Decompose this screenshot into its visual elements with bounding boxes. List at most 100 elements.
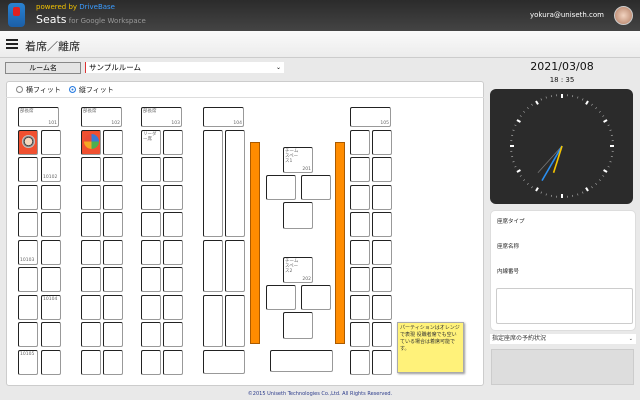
seat[interactable] — [163, 240, 183, 265]
leader-seat[interactable]: リーダー席 — [141, 130, 161, 155]
seat[interactable] — [163, 130, 183, 155]
seat[interactable]: 10102 — [41, 157, 61, 182]
seat[interactable] — [81, 212, 101, 237]
seat[interactable] — [41, 322, 61, 347]
seat[interactable] — [103, 185, 123, 210]
seat[interactable] — [372, 212, 392, 237]
seat[interactable] — [18, 295, 38, 320]
occupied-seat[interactable] — [18, 130, 38, 155]
seat[interactable] — [103, 350, 123, 375]
seat[interactable] — [225, 240, 245, 292]
seat[interactable] — [18, 157, 38, 182]
seat[interactable] — [41, 240, 61, 265]
seat[interactable] — [266, 175, 296, 200]
seat[interactable] — [350, 130, 370, 155]
fit-vertical-radio[interactable]: 縦フィット — [68, 85, 114, 95]
seat[interactable] — [81, 267, 101, 292]
seat[interactable] — [103, 240, 123, 265]
seat[interactable] — [81, 350, 101, 375]
seat[interactable] — [103, 212, 123, 237]
seat[interactable] — [372, 240, 392, 265]
seat[interactable] — [18, 322, 38, 347]
seat[interactable] — [163, 157, 183, 182]
fit-horizontal-radio[interactable]: 横フィット — [16, 85, 61, 95]
seat[interactable] — [163, 267, 183, 292]
occupied-seat[interactable] — [81, 130, 101, 155]
seat[interactable] — [141, 350, 161, 375]
seat[interactable] — [301, 175, 331, 200]
seat[interactable] — [103, 130, 123, 155]
seat[interactable] — [41, 350, 61, 375]
seat[interactable] — [372, 185, 392, 210]
seat[interactable] — [372, 157, 392, 182]
seat[interactable] — [141, 157, 161, 182]
seat[interactable] — [372, 295, 392, 320]
manager-seat[interactable]: 104 — [203, 107, 244, 127]
seat[interactable] — [81, 185, 101, 210]
seat[interactable] — [266, 285, 296, 310]
seat[interactable] — [350, 157, 370, 182]
team-space-label[interactable]: チームスペース2 202 — [283, 257, 313, 283]
seat[interactable] — [163, 322, 183, 347]
seat[interactable] — [350, 185, 370, 210]
seat[interactable] — [350, 322, 370, 347]
manager-seat[interactable]: 105 — [350, 107, 391, 127]
seat[interactable] — [18, 185, 38, 210]
seat[interactable] — [203, 240, 223, 292]
seat[interactable] — [372, 267, 392, 292]
seat[interactable] — [372, 350, 392, 375]
manager-seat[interactable]: 部長席 102 — [81, 107, 122, 127]
seat[interactable] — [141, 240, 161, 265]
seat[interactable] — [163, 185, 183, 210]
room-select[interactable]: サンプルルーム ⌄ — [85, 62, 284, 73]
reservation-select[interactable]: 指定座席の予約状況 ⌄ — [490, 334, 636, 344]
seat[interactable] — [103, 267, 123, 292]
seat[interactable]: 10105 — [18, 350, 38, 375]
seat[interactable] — [163, 350, 183, 375]
seat[interactable] — [103, 157, 123, 182]
seat[interactable] — [350, 240, 370, 265]
seat[interactable] — [41, 130, 61, 155]
seat[interactable] — [203, 350, 245, 374]
seat[interactable] — [81, 322, 101, 347]
seat[interactable] — [18, 267, 38, 292]
seat[interactable] — [350, 267, 370, 292]
seat[interactable] — [283, 312, 313, 339]
seat[interactable] — [41, 267, 61, 292]
seat[interactable] — [41, 185, 61, 210]
seat[interactable] — [141, 267, 161, 292]
seat[interactable] — [350, 295, 370, 320]
seat[interactable] — [81, 240, 101, 265]
seat[interactable] — [225, 295, 245, 347]
seat[interactable] — [103, 322, 123, 347]
seat[interactable] — [203, 130, 223, 237]
seat[interactable] — [141, 322, 161, 347]
seat[interactable]: 10104 — [41, 295, 61, 320]
seat[interactable] — [163, 212, 183, 237]
seat[interactable] — [350, 212, 370, 237]
manager-seat[interactable]: 部長席 103 — [141, 107, 182, 127]
seat[interactable] — [372, 322, 392, 347]
seat[interactable] — [225, 130, 245, 237]
seat[interactable] — [18, 212, 38, 237]
seat[interactable] — [41, 212, 61, 237]
team-space-label[interactable]: チームスペース1 201 — [283, 147, 313, 173]
seat[interactable] — [283, 202, 313, 229]
memo-textarea[interactable] — [496, 288, 633, 324]
seat[interactable] — [141, 185, 161, 210]
hamburger-menu-icon[interactable] — [6, 39, 18, 49]
seat[interactable] — [350, 350, 370, 375]
seat[interactable] — [81, 295, 101, 320]
seat[interactable] — [141, 212, 161, 237]
seat[interactable] — [203, 295, 223, 347]
seat[interactable] — [81, 157, 101, 182]
seat[interactable] — [270, 350, 333, 372]
seat[interactable] — [372, 130, 392, 155]
seat[interactable] — [103, 295, 123, 320]
seat[interactable] — [163, 295, 183, 320]
seat[interactable] — [141, 295, 161, 320]
seat[interactable]: 10103 — [18, 240, 38, 265]
manager-seat[interactable]: 部長席 101 — [18, 107, 59, 127]
user-avatar[interactable] — [614, 6, 633, 25]
seat[interactable] — [301, 285, 331, 310]
